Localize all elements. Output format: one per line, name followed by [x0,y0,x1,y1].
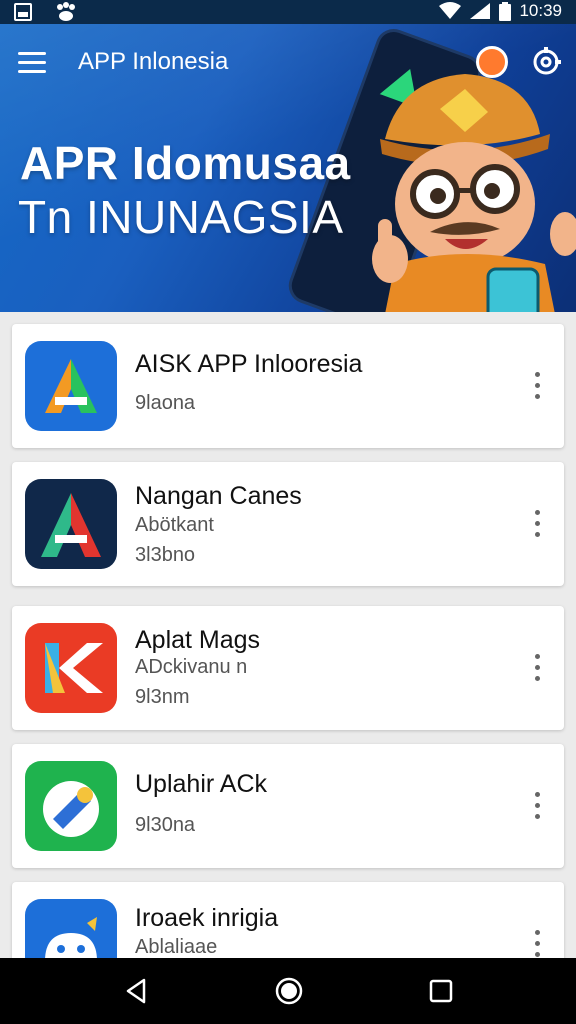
paw-icon [57,2,75,21]
green-orange-a-icon [25,341,117,431]
app-name: AISK APP Inlooresia [135,350,363,378]
list-item[interactable]: AISK APP Inlooresia 9laona [12,324,564,448]
status-bar: 10:39 [0,0,576,24]
k-letter-icon [25,623,117,713]
list-item[interactable]: Uplahir ACk 9l30na [12,744,564,868]
app-meta: 3l3bno [135,544,196,566]
app-name: Nangan Canes [135,482,302,510]
more-options-icon[interactable] [530,372,546,400]
gear-icon[interactable] [530,46,562,78]
app-subtitle: Ablaliaae [135,936,218,958]
signal-icon [470,3,491,19]
mascot-illustration [372,74,576,312]
recents-icon[interactable] [426,976,456,1006]
status-time: 10:39 [519,1,562,20]
image-icon [14,3,32,21]
list-item[interactable]: Aplat Mags ADckivanu n 9l3nm [12,606,564,730]
more-options-icon[interactable] [530,654,546,682]
app-name: Uplahir ACk [135,770,267,798]
green-pill-icon [25,761,117,851]
list-item[interactable]: Nangan Canes Abötkant 3l3bno [12,462,564,586]
app-subtitle: Abötkant [135,514,214,536]
app-name: Aplat Mags [135,626,261,654]
back-icon[interactable] [122,976,152,1006]
more-options-icon[interactable] [530,930,546,958]
hamburger-menu-icon[interactable] [18,52,46,74]
hero-title-line-1: APR Idomusaa [20,137,351,189]
wifi-icon [439,2,462,19]
more-options-icon[interactable] [530,792,546,820]
battery-icon [499,1,512,21]
hero-title-line-2: Tn INUNAGSIA [18,191,344,243]
hero-banner: APP Inlonesia APR Idomusaa Tn INUNAGSIA [0,24,576,312]
app-bar-title: APP Inlonesia [78,48,229,75]
orange-badge-icon[interactable] [476,46,508,78]
red-green-a-icon [25,479,117,569]
app-meta: 9l30na [135,814,196,836]
app-name: Iroaek inrigia [135,904,279,932]
more-options-icon[interactable] [530,510,546,538]
home-icon[interactable] [274,976,304,1006]
app-meta: 9laona [135,392,196,414]
navigation-bar [0,958,576,1024]
app-meta: 9l3nm [135,686,190,708]
app-subtitle: ADckivanu n [135,656,248,678]
